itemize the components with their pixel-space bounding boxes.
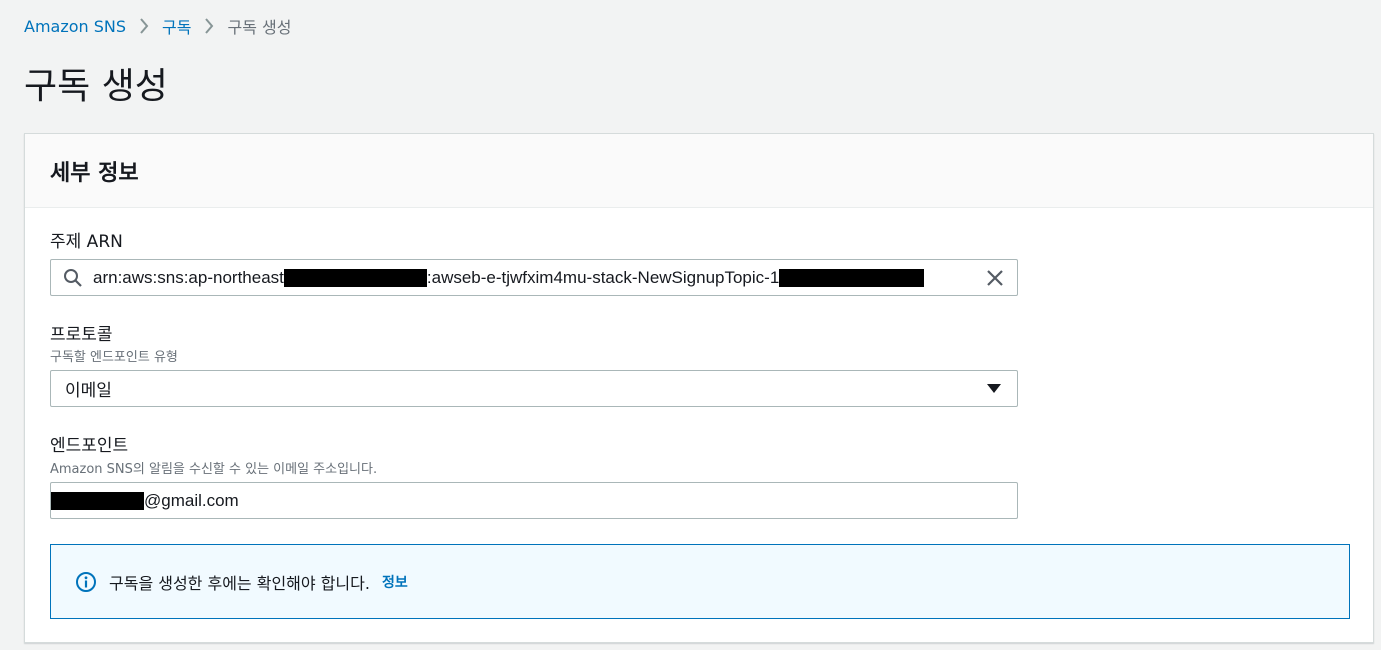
topic-arn-value: arn:aws:sns:ap-northeast :awseb-e-tjwfxim… — [93, 268, 975, 288]
alert-message: 구독을 생성한 후에는 확인해야 합니다. — [109, 573, 370, 593]
topic-arn-input[interactable]: arn:aws:sns:ap-northeast :awseb-e-tjwfxim… — [50, 259, 1018, 296]
details-panel: 세부 정보 주제 ARN arn:aws:sns:ap-northeast :aw… — [24, 133, 1374, 643]
arn-middle: :awseb-e-tjwfxim4mu-stack-NewSignupTopic… — [426, 267, 780, 287]
chevron-right-icon — [199, 18, 219, 34]
redacted-block — [779, 269, 925, 288]
info-alert: 구독을 생성한 후에는 확인해야 합니다. 정보 — [50, 544, 1350, 619]
topic-arn-label: 주제 ARN — [50, 232, 123, 252]
info-icon — [76, 571, 96, 592]
endpoint-label: 엔드포인트 — [50, 436, 129, 456]
chevron-right-icon — [134, 18, 154, 34]
breadcrumb: Amazon SNS 구독 구독 생성 — [24, 14, 291, 38]
arn-prefix: arn:aws:sns:ap-northeast — [93, 267, 284, 287]
endpoint-input[interactable]: @gmail.com — [50, 482, 1018, 519]
endpoint-description: Amazon SNS의 알림을 수신할 수 있는 이메일 주소입니다. — [50, 462, 378, 477]
caret-down-icon — [987, 383, 1001, 393]
redacted-block — [283, 269, 427, 288]
search-icon — [64, 268, 82, 287]
panel-title: 세부 정보 — [50, 160, 139, 186]
protocol-selected-value: 이메일 — [65, 381, 112, 401]
protocol-select[interactable]: 이메일 — [50, 370, 1018, 407]
breadcrumb-subscriptions[interactable]: 구독 — [162, 14, 191, 38]
endpoint-value: @gmail.com — [51, 491, 239, 511]
protocol-description: 구독할 엔드포인트 유형 — [50, 350, 178, 365]
panel-header: 세부 정보 — [25, 134, 1373, 208]
page-title: 구독 생성 — [24, 66, 168, 107]
breadcrumb-current: 구독 생성 — [227, 18, 292, 37]
alert-info-link[interactable]: 정보 — [382, 572, 408, 592]
protocol-label: 프로토콜 — [50, 325, 113, 345]
redacted-block — [51, 491, 144, 510]
close-icon[interactable] — [985, 268, 1005, 288]
email-domain: @gmail.com — [144, 490, 239, 510]
breadcrumb-sns[interactable]: Amazon SNS — [24, 17, 126, 36]
